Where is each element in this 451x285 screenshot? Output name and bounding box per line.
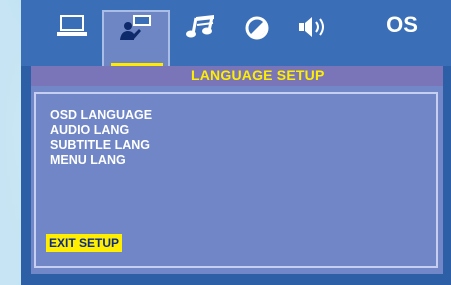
laptop-icon	[55, 14, 89, 38]
menu-item-osd-language[interactable]: OSD LANGUAGE	[50, 108, 152, 123]
tab-speaker[interactable]	[286, 14, 342, 64]
page-title: LANGUAGE SETUP	[191, 67, 325, 83]
half-circle-icon	[243, 14, 271, 40]
settings-panel: OSD LANGUAGE AUDIO LANG SUBTITLE LANG ME…	[31, 86, 443, 274]
title-bar: LANGUAGE SETUP	[31, 66, 443, 86]
music-note-icon	[184, 14, 218, 40]
tab-general[interactable]	[44, 14, 100, 64]
tab-language[interactable]	[108, 14, 164, 64]
exit-setup-button[interactable]: EXIT SETUP	[46, 234, 123, 252]
settings-panel-frame: OSD LANGUAGE AUDIO LANG SUBTITLE LANG ME…	[34, 92, 438, 268]
tab-audio[interactable]	[173, 14, 229, 64]
menu-item-audio-lang[interactable]: AUDIO LANG	[50, 123, 152, 138]
menu-list: OSD LANGUAGE AUDIO LANG SUBTITLE LANG ME…	[50, 108, 152, 168]
menu-item-menu-lang[interactable]: MENU LANG	[50, 153, 152, 168]
setup-screen: OS LANGUAGE SETUP OSD LANGUAGE AUDIO LAN…	[21, 0, 451, 285]
menu-item-subtitle-lang[interactable]: SUBTITLE LANG	[50, 138, 152, 153]
tab-bar: OS	[21, 0, 451, 92]
tab-os[interactable]: OS	[374, 12, 430, 64]
speaker-icon	[295, 14, 333, 40]
tab-video[interactable]	[229, 14, 285, 64]
os-text-icon: OS	[386, 12, 418, 37]
language-person-icon	[119, 14, 153, 42]
